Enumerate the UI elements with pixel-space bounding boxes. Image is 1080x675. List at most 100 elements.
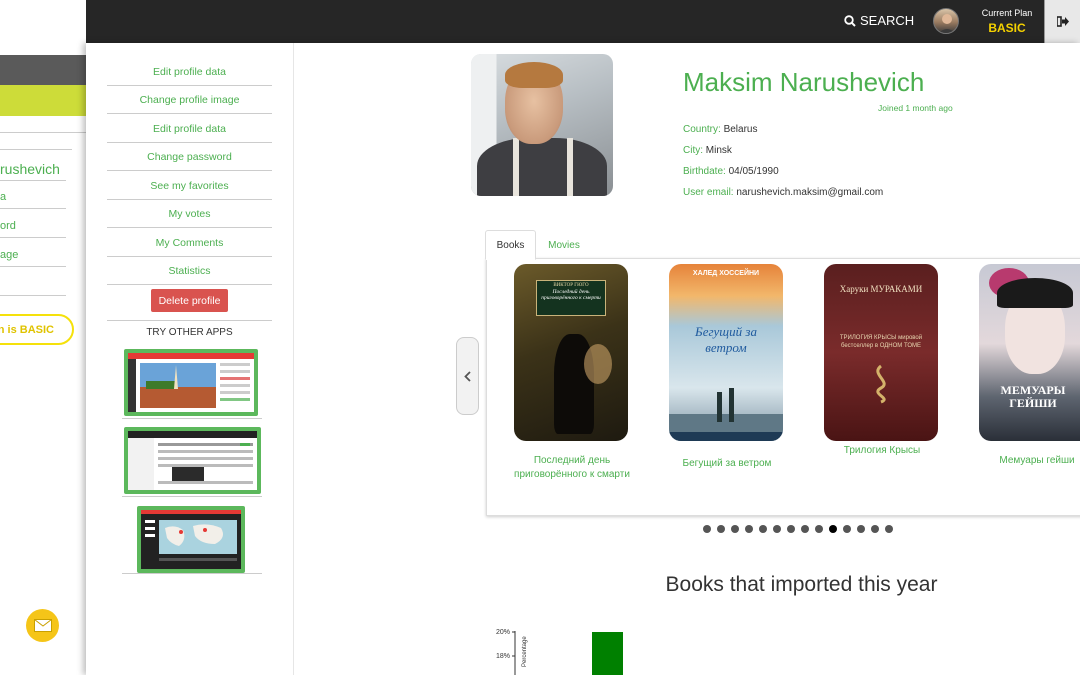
carousel-dot[interactable] [871, 525, 879, 533]
carousel-dot[interactable] [843, 525, 851, 533]
app-thumbnail-3[interactable] [137, 506, 245, 573]
carousel-dot[interactable] [731, 525, 739, 533]
menu-statistics[interactable]: Statistics [107, 257, 272, 285]
profile-country: Country: Belarus [683, 124, 757, 135]
book-cover[interactable]: ХАЛЕД ХОССЕЙНИ Бегущий за ветром [669, 264, 783, 441]
chevron-left-icon [464, 370, 471, 382]
photo-strap [513, 138, 519, 196]
book-title[interactable]: Мемуары гейши [962, 454, 1080, 468]
carousel-dot[interactable] [857, 525, 865, 533]
menu-see-my-favorites[interactable]: See my favorites [107, 172, 272, 200]
field-label: City: [683, 145, 703, 156]
carousel-indicators [703, 525, 893, 533]
app-screenshot [128, 353, 254, 412]
cover-hair [997, 278, 1073, 308]
cover-title: ТРИЛОГИЯ КРЫСЫ мировой бестселлер в ОДНО… [839, 335, 923, 349]
y-tick-label: 20% [496, 629, 510, 636]
background-link[interactable]: ord [0, 220, 16, 232]
cover-figure [584, 344, 612, 384]
book-title[interactable]: Последний день приговорённого к смарти [497, 454, 647, 482]
joined-date: Joined 1 month ago [878, 103, 953, 113]
carousel-dot[interactable] [759, 525, 767, 533]
app-divider [122, 418, 262, 419]
menu-my-comments[interactable]: My Comments [107, 229, 272, 257]
profile-name: Maksim Narushevich [683, 67, 925, 97]
logout-button[interactable] [1044, 0, 1080, 43]
background-divider [0, 295, 66, 296]
background-divider [0, 180, 66, 181]
background-sidebar: rushevich a ord age n is BASIC [0, 0, 86, 675]
carousel-dot[interactable] [717, 525, 725, 533]
menu-change-password[interactable]: Change password [107, 143, 272, 171]
book-cover[interactable]: МЕМУАРЫ ГЕЙШИ [979, 264, 1080, 441]
photo-body [477, 138, 607, 196]
delete-profile-button[interactable]: Delete profile [151, 289, 228, 312]
app-divider [122, 573, 262, 574]
background-divider [0, 132, 86, 133]
background-divider [0, 266, 66, 267]
app-thumbnail-2[interactable] [124, 427, 261, 494]
carousel-dot[interactable] [703, 525, 711, 533]
field-value: 04/05/1990 [728, 166, 779, 177]
menu-change-profile-image[interactable]: Change profile image [107, 86, 272, 114]
tab-movies[interactable]: Movies [541, 230, 587, 260]
cover-illustration [669, 388, 783, 441]
cover-title: Последний день приговорённого к смерти [541, 289, 601, 301]
book-title-line: Последний день [533, 455, 611, 466]
field-value: Minsk [705, 145, 732, 156]
app-divider [122, 496, 262, 497]
carousel-dot[interactable] [829, 525, 837, 533]
menu-edit-profile-data-2[interactable]: Edit profile data [107, 115, 272, 143]
carousel-prev-button[interactable] [456, 337, 479, 415]
book-title-line: приговорённого к смарти [514, 469, 630, 480]
profile-page: Edit profile data Change profile image E… [86, 43, 1080, 675]
avatar[interactable] [933, 8, 959, 34]
carousel-dot[interactable] [801, 525, 809, 533]
imports-chart: 20% 18% Percentage [496, 629, 623, 675]
app-screenshot [128, 431, 257, 490]
cover-title: МЕМУАРЫ ГЕЙШИ [1000, 383, 1066, 410]
current-plan[interactable]: Current Plan BASIC [976, 8, 1038, 35]
background-accent-bar [0, 85, 86, 116]
background-plan-pill[interactable]: n is BASIC [0, 314, 74, 345]
background-link[interactable]: age [0, 249, 18, 261]
search-button[interactable]: SEARCH [844, 13, 914, 28]
field-label: User email: [683, 187, 734, 198]
photo-hair [505, 62, 563, 88]
try-other-apps-heading: TRY OTHER APPS [146, 327, 233, 338]
profile-photo[interactable] [471, 54, 613, 196]
field-label: Birthdate: [683, 166, 726, 177]
book-title[interactable]: Трилогия Крысы [807, 444, 957, 458]
cover-author: ХАЛЕД ХОССЕЙНИ [692, 270, 760, 277]
background-divider [0, 237, 66, 238]
cover-emblem [876, 364, 886, 404]
profile-birthdate: Birthdate: 04/05/1990 [683, 166, 779, 177]
carousel-dot[interactable] [745, 525, 753, 533]
book-cover[interactable]: ВИКТОР ГЮГО Последний день приговорённог… [514, 264, 628, 441]
y-axis-label: Percentage [522, 636, 528, 667]
books-carousel: ВИКТОР ГЮГО Последний день приговорённог… [486, 258, 1080, 516]
book-cover[interactable]: Харуки МУРАКАМИ ТРИЛОГИЯ КРЫСЫ мировой б… [824, 264, 938, 441]
book-title[interactable]: Бегущий за ветром [652, 457, 802, 471]
menu-my-votes[interactable]: My votes [107, 200, 272, 228]
profile-menu: Edit profile data Change profile image E… [86, 43, 294, 675]
profile-email: User email: narushevich.maksim@gmail.com [683, 187, 883, 198]
menu-edit-profile-data[interactable]: Edit profile data [107, 58, 272, 86]
carousel-dot[interactable] [885, 525, 893, 533]
tab-books[interactable]: Books [485, 230, 536, 260]
carousel-dot[interactable] [815, 525, 823, 533]
app-thumbnail-1[interactable] [124, 349, 258, 416]
background-divider [0, 208, 66, 209]
y-tick-label: 18% [496, 653, 510, 660]
carousel-dot[interactable] [773, 525, 781, 533]
background-divider [0, 149, 72, 150]
mail-icon[interactable] [26, 609, 59, 642]
cover-author: Харуки МУРАКАМИ [839, 284, 923, 294]
background-link[interactable]: a [0, 191, 6, 203]
menu-divider [107, 320, 272, 321]
chart-title: Books that imported this year [665, 573, 938, 596]
logout-icon [1056, 16, 1069, 27]
field-value: narushevich.maksim@gmail.com [736, 187, 884, 198]
carousel-dot[interactable] [787, 525, 795, 533]
search-label: SEARCH [860, 13, 915, 28]
